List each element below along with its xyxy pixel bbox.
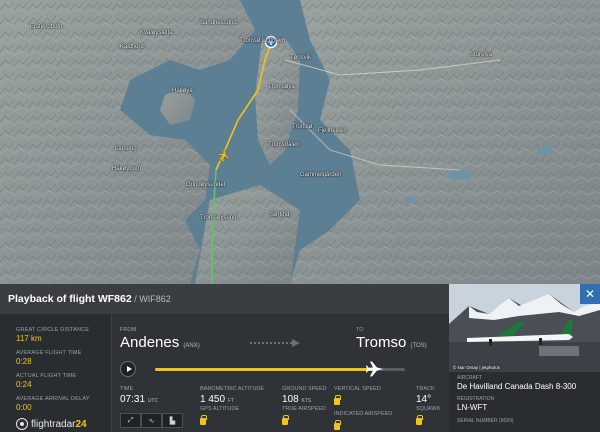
graph-icon[interactable]: ∿ (141, 413, 162, 428)
aircraft-type: Aircraft De Havilland Canada Dash 8-300 (457, 375, 577, 391)
map-label: Storelva (470, 52, 493, 58)
track-value: 14° (416, 394, 432, 405)
map-label: Håkøybotn (112, 166, 142, 172)
lock-icon[interactable] (334, 420, 341, 430)
flightradar24-logo[interactable]: flightradar 24 (16, 418, 87, 430)
photo-credit: © Nar Orsay | jetphotos (453, 365, 501, 370)
aircraft-serial: Serial number (MSN) (457, 418, 514, 424)
stat-arrival-delay: Average arrival delay 0:00 (16, 396, 90, 412)
play-button[interactable] (120, 361, 136, 377)
aircraft-photo[interactable]: © Nar Orsay | jetphotos (449, 284, 600, 372)
aircraft-registration: Registration LN-WFT (457, 396, 495, 412)
flight-playback-panel: Playback of flight WF862 / WIF862 Great … (0, 284, 600, 432)
chart-icon[interactable]: ▙ (162, 413, 183, 428)
map-tools: ⤢ ∿ ▙ (120, 413, 183, 428)
playback-slider[interactable] (155, 361, 405, 377)
aircraft-photo-image (449, 284, 600, 372)
map-label: Larseng (115, 146, 137, 152)
map-label: Sørtind (270, 212, 290, 218)
plane-slider-handle-icon[interactable] (366, 361, 384, 377)
from-label: From (120, 327, 137, 333)
flight-callsign: / WIF862 (131, 294, 171, 304)
metric-track: Track 14° Squawk (416, 386, 440, 430)
route-arrow-icon (250, 339, 300, 347)
aircraft-info: © Nar Orsay | jetphotos ✕ Aircraft De Ha… (449, 284, 600, 432)
map-label: Tromsø Lufthavn (240, 38, 286, 44)
map-label: Grindøysundet (186, 182, 226, 188)
metric-vertical-speed: Vertical speed Indicated airspeed (334, 386, 392, 432)
map-label: Ersfjordbotn (30, 24, 63, 30)
lock-icon[interactable] (282, 415, 289, 425)
map-label: Tromsøysund (200, 215, 237, 221)
map-label: Tromsdalen (268, 142, 300, 148)
map-canvas[interactable] (0, 0, 600, 284)
altitude-value: 1 450 (200, 394, 226, 405)
panel-title: Playback of flight WF862 / WIF862 (8, 293, 171, 305)
close-button[interactable]: ✕ (580, 284, 600, 304)
map-label: Gammelgården (300, 172, 342, 178)
origin-iata: (ANX) (183, 343, 200, 349)
map-label: Tønsvik (290, 55, 311, 61)
time-value: 07:31 (120, 394, 146, 405)
stat-actual-flight-time: Actual flight time 0:24 (16, 373, 77, 389)
map-label: Fjellheisen (318, 128, 347, 134)
stat-distance: Great circle distance 117 km (16, 327, 90, 343)
flight-stats: Great circle distance 117 km Average fli… (0, 314, 112, 432)
origin-city: Andenes (ANX) (120, 334, 200, 351)
fullscreen-icon[interactable]: ⤢ (120, 413, 141, 428)
lock-icon[interactable] (334, 395, 341, 405)
route-section: From Andenes (ANX) To Tromso (TOS) Time … (112, 314, 449, 432)
panel-header: Playback of flight WF862 / WIF862 (0, 284, 449, 314)
map-label: Håkøya (172, 88, 193, 94)
to-label: To (356, 327, 364, 333)
map-label: Kvaløysletta (140, 30, 173, 36)
metric-baro-altitude: Barometric altitude 1 450 FT GPS altitud… (200, 386, 264, 430)
destination-iata: (TOS) (410, 343, 427, 349)
metric-ground-speed: Ground speed 108 KTS True airspeed (282, 386, 327, 430)
radar-icon (16, 418, 28, 430)
speed-value: 108 (282, 394, 299, 405)
metric-time: Time 07:31 UTC (120, 386, 159, 405)
map-label: Kaldfjord (120, 44, 144, 50)
map-label: Sandnessund (200, 20, 237, 26)
map-label: Tromsø (292, 124, 313, 130)
destination-city: Tromso (TOS) (356, 334, 427, 351)
stat-avg-flight-time: Average flight time 0:28 (16, 350, 82, 366)
flight-title: Playback of flight WF862 (8, 293, 132, 305)
lock-icon[interactable] (200, 415, 207, 425)
lock-icon[interactable] (416, 415, 423, 425)
playback-progress (155, 368, 375, 371)
map-label: Tromsøya (268, 84, 295, 90)
